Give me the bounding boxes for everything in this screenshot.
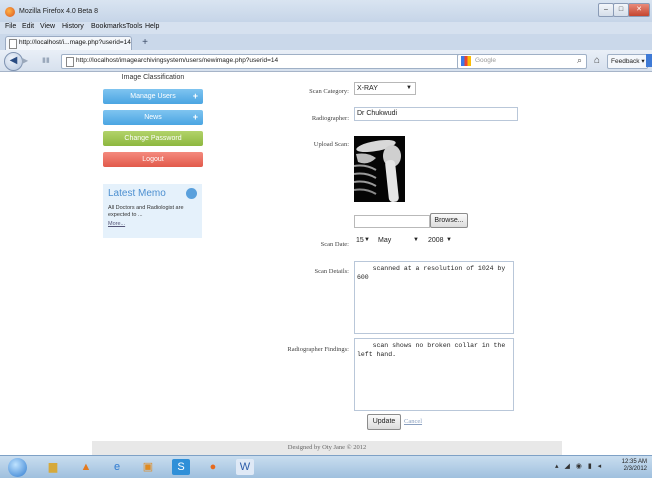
- maximize-button[interactable]: □: [613, 3, 629, 17]
- menu-history[interactable]: History: [62, 23, 84, 30]
- word-icon[interactable]: W: [236, 459, 254, 475]
- manage-users-label: Manage Users: [130, 93, 176, 100]
- search-icon[interactable]: ⌕: [577, 55, 582, 66]
- logout-label: Logout: [142, 156, 164, 163]
- chevron-down-icon: ▼: [406, 85, 412, 91]
- upload-scan-label: Upload Scan:: [313, 141, 349, 148]
- memo-more-link[interactable]: More...: [108, 221, 125, 227]
- menu-file[interactable]: File: [5, 23, 16, 30]
- chevron-down-icon: ▼: [364, 237, 370, 243]
- scan-date-label: Scan Date:: [320, 241, 349, 248]
- bookmarks-icon[interactable]: ▮▮: [42, 56, 52, 66]
- scan-year-value: 2008: [428, 237, 444, 244]
- change-password-button[interactable]: Change Password: [103, 131, 203, 146]
- firefox-logo-icon: [5, 7, 15, 17]
- minimize-button[interactable]: –: [598, 3, 614, 17]
- tab-bar: http://localhost/i...mage.php?userid=14 …: [0, 34, 652, 50]
- clock-time: 12:35 AM: [621, 459, 647, 465]
- close-button[interactable]: ✕: [628, 3, 650, 17]
- system-tray[interactable]: ▴ ◢ ◉ ▮ ◂: [555, 462, 603, 470]
- findings-label: Radiographer Findings:: [287, 346, 349, 353]
- google-icon: [461, 56, 471, 66]
- scan-category-select[interactable]: X-RAY ▼: [354, 82, 416, 95]
- page-icon: [66, 57, 74, 67]
- scan-day-select[interactable]: 15 ▼: [354, 235, 373, 246]
- search-input[interactable]: Google ⌕: [457, 54, 587, 69]
- navigation-bar: ◀ ▶ ▮▮ http://localhost/imagearchivingsy…: [0, 50, 652, 72]
- firefox-taskbar-icon[interactable]: ●: [204, 459, 222, 475]
- internet-explorer-icon[interactable]: e: [108, 459, 126, 475]
- feedback-label: Feedback: [611, 58, 640, 65]
- cancel-link[interactable]: Cancel: [404, 418, 422, 425]
- scan-day-value: 15: [356, 237, 364, 244]
- page-footer: Designed by Oty Jane © 2012: [92, 441, 562, 455]
- radiographer-label: Radiographer:: [311, 115, 349, 122]
- tab-label: http://localhost/i...mage.php?userid=14: [19, 39, 131, 46]
- folder-icon[interactable]: ▆: [44, 459, 62, 475]
- taskbar: ▆ ▲ e ▣ S ● W ▴ ◢ ◉ ▮ ◂ 12:35 AM 2/3/201…: [0, 455, 652, 478]
- xray-image: [354, 136, 405, 202]
- vlc-icon[interactable]: ▲: [77, 459, 95, 475]
- skype-icon[interactable]: S: [172, 459, 190, 475]
- scan-details-textarea[interactable]: scanned at a resolution of 1024 by 600: [354, 261, 514, 334]
- plus-icon: +: [192, 112, 198, 122]
- memo-text: All Doctors and Radiologist are expected…: [108, 205, 184, 218]
- menu-help[interactable]: Help: [145, 23, 159, 30]
- manage-users-button[interactable]: Manage Users +: [103, 89, 203, 104]
- file-path-field[interactable]: [354, 215, 430, 228]
- menu-view[interactable]: View: [40, 23, 55, 30]
- back-arrow-icon[interactable]: ◀: [4, 52, 23, 71]
- window-titlebar: Mozilla Firefox 4.0 Beta 8 – □ ✕: [0, 0, 652, 22]
- chevron-down-icon: ▼: [446, 237, 452, 243]
- url-text: http://localhost/imagearchivingsystem/us…: [76, 57, 279, 64]
- scan-year-select[interactable]: 2008 ▼: [426, 235, 455, 246]
- feedback-button[interactable]: Feedback ▾: [607, 54, 648, 69]
- xray-graphic: [354, 136, 405, 202]
- scan-category-value: X-RAY: [357, 85, 378, 92]
- chevron-down-icon: ▼: [413, 237, 419, 243]
- sidebar-title: Image Classification: [121, 74, 185, 81]
- scan-month-value: May: [378, 237, 392, 244]
- menu-bookmarks[interactable]: Bookmarks: [91, 23, 126, 30]
- media-player-icon[interactable]: ▣: [139, 459, 157, 475]
- scan-category-label: Scan Category:: [309, 88, 349, 95]
- search-placeholder: Google: [475, 57, 496, 64]
- clock[interactable]: 12:35 AM 2/3/2012: [614, 459, 647, 473]
- menu-bar: File Edit View History Bookmarks Tools H…: [0, 22, 652, 34]
- clock-date: 2/3/2012: [623, 466, 647, 472]
- addon-icon[interactable]: [646, 54, 652, 67]
- page-icon: [9, 39, 17, 49]
- browse-button[interactable]: Browse...: [430, 213, 468, 228]
- findings-textarea[interactable]: scan shows no broken collar in the left …: [354, 338, 514, 411]
- update-button[interactable]: Update: [367, 414, 401, 430]
- scan-details-label: Scan Details:: [314, 268, 349, 275]
- memo-speech-icon: [186, 188, 197, 199]
- logout-button[interactable]: Logout: [103, 152, 203, 167]
- scan-month-select[interactable]: May ▼: [376, 235, 422, 246]
- forward-arrow-icon[interactable]: ▶: [22, 55, 33, 66]
- new-tab-button[interactable]: +: [137, 37, 153, 49]
- news-button[interactable]: News +: [103, 110, 203, 125]
- plus-icon: +: [192, 91, 198, 101]
- memo-title: Latest Memo: [108, 188, 166, 199]
- tab-newimage[interactable]: http://localhost/i...mage.php?userid=14: [5, 36, 132, 50]
- page-content: Image Classification Manage Users + News…: [0, 72, 652, 455]
- news-label: News: [144, 114, 162, 121]
- menu-tools[interactable]: Tools: [126, 23, 142, 30]
- window-title: Mozilla Firefox 4.0 Beta 8: [19, 8, 98, 15]
- latest-memo-box: Latest Memo All Doctors and Radiologist …: [103, 184, 202, 238]
- home-icon[interactable]: ⌂: [590, 54, 604, 67]
- menu-edit[interactable]: Edit: [22, 23, 34, 30]
- change-password-label: Change Password: [124, 135, 182, 142]
- start-button[interactable]: [8, 458, 27, 477]
- address-bar[interactable]: http://localhost/imagearchivingsystem/us…: [61, 54, 503, 69]
- radiographer-field[interactable]: Dr Chukwudi: [354, 107, 518, 121]
